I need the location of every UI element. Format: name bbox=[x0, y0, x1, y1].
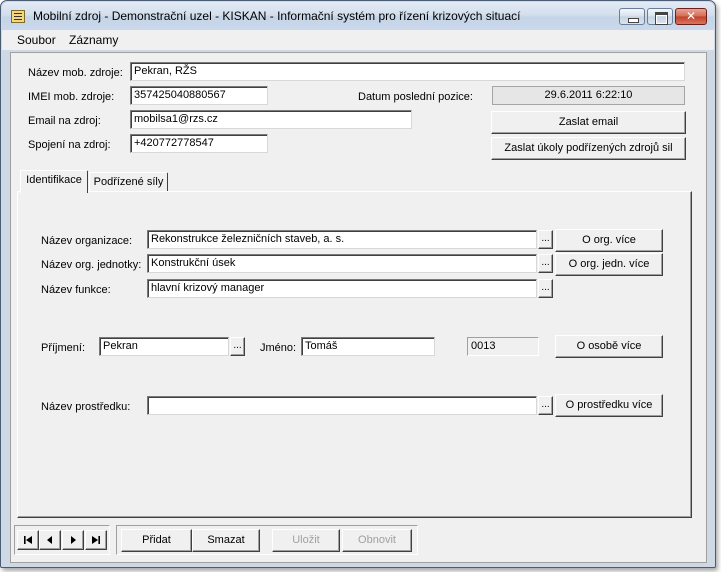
firstname-field[interactable]: Tomáš bbox=[301, 337, 435, 356]
menu-bar: Soubor Záznamy bbox=[2, 30, 714, 50]
send-tasks-button[interactable]: Zaslat úkoly podřízených zdrojů sil bbox=[491, 137, 686, 160]
function-label: Název funkce: bbox=[41, 284, 111, 296]
organization-field[interactable]: Rekonstrukce železničních staveb, a. s. bbox=[147, 230, 537, 249]
person-more-button[interactable]: O osobě více bbox=[555, 335, 663, 358]
org-unit-field[interactable]: Konstrukční úsek bbox=[147, 254, 537, 273]
org-more-button[interactable]: O org. více bbox=[555, 229, 663, 252]
organization-label: Název organizace: bbox=[41, 235, 133, 247]
maximize-button[interactable] bbox=[647, 8, 673, 25]
menu-zaznamy[interactable]: Záznamy bbox=[69, 33, 118, 47]
last-position-label: Datum poslední pozice: bbox=[358, 91, 473, 103]
send-email-button[interactable]: Zaslat email bbox=[491, 111, 686, 134]
phone-field[interactable]: +420772778547 bbox=[130, 134, 268, 153]
menu-soubor[interactable]: Soubor bbox=[17, 33, 56, 47]
function-browse-button[interactable]: ... bbox=[538, 279, 553, 298]
resource-name-label: Název mob. zdroje: bbox=[28, 67, 123, 79]
next-record-icon[interactable] bbox=[62, 530, 84, 550]
person-browse-button[interactable]: ... bbox=[230, 337, 245, 356]
window-title: Mobilní zdroj - Demonstrační uzel - KISK… bbox=[33, 9, 521, 23]
resource-field[interactable] bbox=[147, 396, 537, 415]
last-position-field: 29.6.2011 6:22:10 bbox=[492, 86, 685, 105]
imei-field[interactable]: 357425040880567 bbox=[130, 86, 268, 105]
title-bar[interactable]: Mobilní zdroj - Demonstrační uzel - KISK… bbox=[2, 2, 714, 30]
resource-label: Název prostředku: bbox=[41, 401, 131, 413]
first-record-icon[interactable] bbox=[17, 530, 39, 550]
add-button[interactable]: Přidat bbox=[121, 529, 192, 552]
tab-identifikace[interactable]: Identifikace bbox=[20, 170, 88, 193]
minimize-button[interactable] bbox=[619, 8, 645, 25]
email-field[interactable]: mobilsa1@rzs.cz bbox=[130, 110, 412, 129]
person-code-field: 0013 bbox=[467, 337, 539, 356]
resource-browse-button[interactable]: ... bbox=[538, 396, 553, 415]
delete-button[interactable]: Smazat bbox=[192, 529, 260, 552]
function-field[interactable]: hlavní krizový manager bbox=[147, 279, 537, 298]
org-unit-label: Název org. jednotky: bbox=[41, 259, 142, 271]
org-unit-more-button[interactable]: O org. jedn. více bbox=[555, 253, 663, 276]
last-record-icon[interactable] bbox=[85, 530, 107, 550]
surname-field[interactable]: Pekran bbox=[99, 337, 229, 356]
form-app-icon bbox=[11, 10, 25, 23]
previous-record-icon[interactable] bbox=[39, 530, 61, 550]
surname-label: Příjmení: bbox=[41, 342, 86, 354]
save-button[interactable]: Uložit bbox=[272, 529, 340, 552]
resource-name-field[interactable]: Pekran, RŽS bbox=[130, 62, 685, 81]
imei-label: IMEI mob. zdroje: bbox=[28, 91, 115, 103]
tab-podrizene-sily[interactable]: Podřízené síly bbox=[89, 172, 168, 193]
close-button[interactable] bbox=[675, 8, 707, 25]
resource-more-button[interactable]: O prostředku více bbox=[555, 394, 663, 417]
email-label: Email na zdroj: bbox=[28, 115, 101, 127]
phone-label: Spojení na zdroj: bbox=[28, 139, 111, 151]
organization-browse-button[interactable]: ... bbox=[538, 230, 553, 249]
org-unit-browse-button[interactable]: ... bbox=[538, 254, 553, 273]
firstname-label: Jméno: bbox=[260, 342, 297, 354]
restore-button[interactable]: Obnovit bbox=[342, 529, 412, 552]
